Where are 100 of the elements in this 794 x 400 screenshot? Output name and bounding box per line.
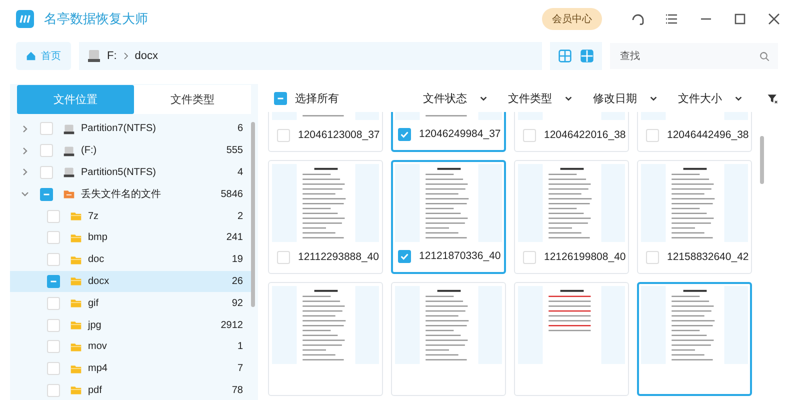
tree-item[interactable]: mp4 7 (10, 358, 251, 380)
tree-item[interactable]: bmp 241 (10, 226, 251, 249)
drive-icon (87, 49, 101, 63)
item-count: 78 (232, 384, 243, 396)
file-name: 12121870336_40 (419, 250, 501, 262)
item-count: 7 (237, 363, 243, 374)
logo-icon (16, 10, 34, 28)
item-count: 19 (232, 254, 243, 266)
tree-label: docx (88, 276, 110, 287)
folder-icon (70, 319, 82, 332)
folder-icon (70, 275, 82, 288)
close-icon[interactable] (766, 11, 782, 27)
file-name: 12046442496_38 (667, 129, 749, 141)
tree-item[interactable]: 7z 2 (10, 205, 251, 227)
path-bar[interactable]: F: docx (79, 42, 542, 70)
item-count: 2 (237, 210, 243, 222)
select-all-checkbox[interactable] (274, 92, 287, 104)
grid-view-icon[interactable] (580, 49, 594, 63)
path-segment[interactable]: F: (107, 50, 117, 62)
filter-dropdown[interactable]: 文件大小 (678, 90, 743, 106)
tree-label: mov (88, 341, 108, 352)
tree-item[interactable]: Partition7(NTFS) 6 (10, 118, 251, 140)
checkbox[interactable] (398, 128, 411, 140)
tree-label: 丢失文件名的文件 (81, 188, 162, 202)
file-name: 12046422016_38 (544, 129, 626, 141)
tree-label: pdf (88, 384, 103, 396)
tree-item[interactable]: jpg 2912 (10, 314, 251, 336)
folder-icon (70, 297, 82, 310)
path-segment[interactable]: docx (134, 50, 158, 62)
item-count: 4 (237, 166, 243, 178)
item-count: 2912 (220, 320, 243, 331)
file-name: 12158832640_42 (667, 251, 749, 263)
filter-dropdown[interactable]: 文件类型 (508, 90, 573, 106)
member-center-button[interactable]: 会员中心 (542, 8, 602, 30)
tree-label: jpg (88, 320, 102, 331)
tree-item[interactable]: gif 92 (10, 292, 251, 314)
file-card[interactable]: 12046123008_37 (268, 112, 383, 152)
file-card[interactable]: 12046249984_37 (391, 112, 506, 152)
maximize-icon[interactable] (732, 11, 748, 27)
search-field[interactable]: 查找 (610, 43, 778, 69)
file-card[interactable]: 12046422016_38 (514, 112, 629, 152)
chevron-down-icon (479, 94, 488, 102)
item-count: 555 (226, 145, 243, 156)
chevron-down-icon (649, 94, 658, 102)
tree-label: (F:) (81, 145, 98, 156)
folder-icon (70, 340, 82, 353)
filter-dropdown[interactable]: 文件状态 (423, 90, 488, 106)
item-count: 92 (232, 298, 243, 309)
file-card[interactable] (637, 282, 752, 396)
drive-icon (63, 144, 75, 157)
folder-icon (70, 232, 82, 244)
tree-label: Partition7(NTFS) (81, 123, 158, 134)
partial-checkbox[interactable] (47, 274, 60, 288)
file-name: 12112293888_40 (298, 251, 379, 263)
search-icon[interactable] (759, 50, 770, 62)
filter-dropdown[interactable]: 修改日期 (593, 90, 658, 106)
partial-checkbox[interactable] (40, 188, 53, 201)
scrollbar-thumb[interactable] (760, 136, 764, 184)
tree-item[interactable]: Partition5(NTFS) 4 (10, 162, 251, 184)
folder-icon (70, 362, 82, 375)
tree-item[interactable]: (F:) 555 (10, 140, 251, 162)
tree-label: gif (88, 298, 100, 309)
tree-item[interactable]: pdf 78 (10, 380, 251, 400)
window-title: 名亭数据恢复大师 (44, 10, 148, 28)
folder-icon (70, 384, 82, 396)
item-count: 5846 (220, 188, 243, 200)
file-card[interactable]: 12126199808_40 (514, 160, 629, 274)
grid-view-icon[interactable] (558, 49, 572, 63)
folder-icon (70, 254, 82, 266)
chevron-icon (122, 52, 129, 60)
tree-label: Partition5(NTFS) (81, 166, 158, 178)
tree-label: doc (88, 254, 106, 266)
item-count: 6 (237, 123, 243, 134)
tree-item[interactable]: doc 19 (10, 248, 251, 271)
item-count: 26 (232, 276, 243, 287)
folder-icon (70, 210, 82, 222)
file-card[interactable]: 12046442496_38 (637, 112, 752, 152)
file-name: 12046123008_37 (298, 129, 380, 141)
folder-icon (63, 188, 75, 200)
sidebar-tab[interactable]: 文件类型 (134, 85, 251, 114)
select-all-label[interactable]: 选择所有 (295, 90, 339, 106)
tree-item[interactable]: mov 1 (10, 336, 251, 358)
file-card[interactable]: 12121870336_40 (391, 160, 506, 274)
tree-label: bmp (88, 232, 108, 244)
file-card[interactable]: 12158832640_42 (637, 160, 752, 274)
tree-item[interactable]: 丢失文件名的文件 5846 (10, 183, 251, 206)
file-name: 12126199808_40 (544, 251, 626, 263)
home-icon (26, 51, 36, 61)
scrollbar-thumb[interactable] (251, 122, 255, 307)
tree-item[interactable]: docx 26 (10, 270, 251, 292)
file-card[interactable]: 12112293888_40 (268, 160, 383, 274)
chevron-down-icon (734, 94, 743, 102)
drive-icon (63, 122, 75, 135)
search-input[interactable]: 查找 (618, 50, 759, 62)
filter-icon[interactable] (767, 92, 778, 104)
tree-label: 7z (88, 210, 100, 222)
chevron-down-icon (564, 94, 573, 102)
item-count: 241 (226, 232, 243, 244)
checkbox[interactable] (398, 250, 411, 262)
file-name: 12046249984_37 (419, 128, 501, 140)
